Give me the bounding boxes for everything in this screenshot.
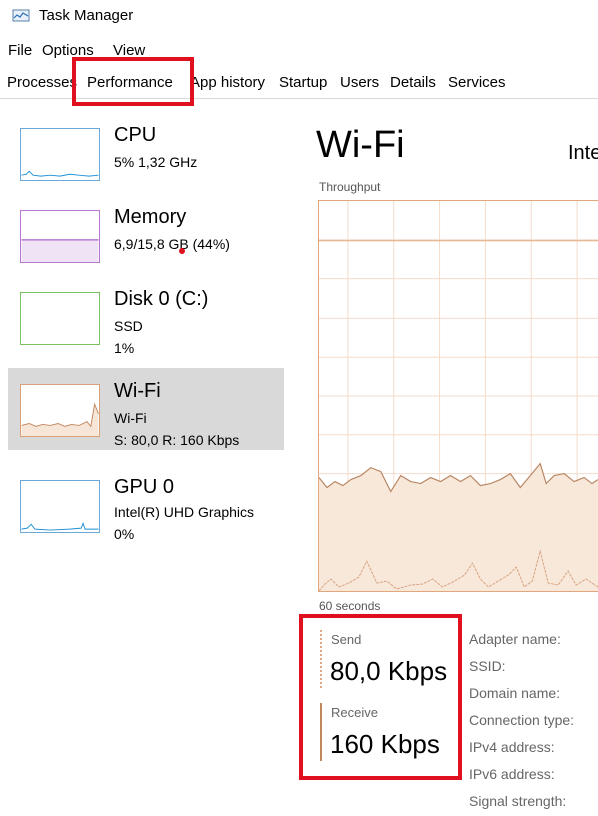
property-domain-name: Domain name: [469,685,561,701]
sidebar-item-memory[interactable]: Memory 6,9/15,8 GB (44%) [8,194,284,276]
sidebar: CPU 5% 1,32 GHz Memory 6,9/15,8 GB (44%)… [0,112,285,816]
tab-services[interactable]: Services [448,74,506,91]
menu-file[interactable]: File [8,42,32,59]
sidebar-item-cpu[interactable]: CPU 5% 1,32 GHz [8,112,284,194]
sidebar-item-detail: S: 80,0 R: 160 Kbps [114,432,240,448]
sidebar-item-detail: Wi-Fi [114,410,147,426]
sidebar-item-detail: 0% [114,526,135,542]
window-title: Task Manager [39,7,134,24]
sidebar-item-detail: SSD [114,318,143,334]
sidebar-item-detail: 1% [114,340,135,356]
cursor-dot-marker [179,248,185,254]
task-manager-icon [12,9,30,22]
gpu-thumbnail-graph [20,480,100,533]
memory-thumbnail-graph [20,210,100,263]
sidebar-item-title: Wi-Fi [114,380,161,402]
tab-details[interactable]: Details [390,74,436,91]
performance-tab-highlight [72,57,194,106]
page-title: Wi-Fi [316,124,405,166]
cpu-thumbnail-graph [20,128,100,181]
property-adapter-name: Adapter name: [469,631,561,647]
sidebar-item-title: CPU [114,124,157,146]
tab-users[interactable]: Users [340,74,379,91]
sidebar-item-disk[interactable]: Disk 0 (C:) SSD 1% [8,276,284,358]
property-ssid: SSID: [469,658,506,674]
throughput-stats-highlight [299,614,462,780]
sidebar-item-wifi[interactable]: Wi-Fi Wi-Fi S: 80,0 R: 160 Kbps [8,368,284,450]
property-ipv4-address: IPv4 address: [469,739,555,755]
sidebar-item-title: GPU 0 [114,476,175,498]
sidebar-item-detail: 5% 1,32 GHz [114,154,198,170]
property-connection-type: Connection type: [469,712,575,728]
tab-startup[interactable]: Startup [279,74,327,91]
property-ipv6-address: IPv6 address: [469,766,555,782]
sidebar-item-detail: 6,9/15,8 GB (44%) [114,236,230,252]
sidebar-item-title: Disk 0 (C:) [114,288,209,310]
tab-processes[interactable]: Processes [7,74,77,91]
wifi-thumbnail-graph [20,384,100,437]
tab-app-history[interactable]: App history [190,74,265,91]
sidebar-item-gpu[interactable]: GPU 0 Intel(R) UHD Graphics 0% [8,464,284,546]
time-span-label: 60 seconds [319,599,381,613]
throughput-graph [318,200,598,592]
throughput-label: Throughput [319,180,381,194]
property-signal-strength: Signal strength: [469,793,567,809]
disk-thumbnail-graph [20,292,100,345]
sidebar-item-title: Memory [114,206,187,228]
sidebar-item-detail: Intel(R) UHD Graphics [114,504,255,520]
adapter-description: Inte [568,142,598,164]
